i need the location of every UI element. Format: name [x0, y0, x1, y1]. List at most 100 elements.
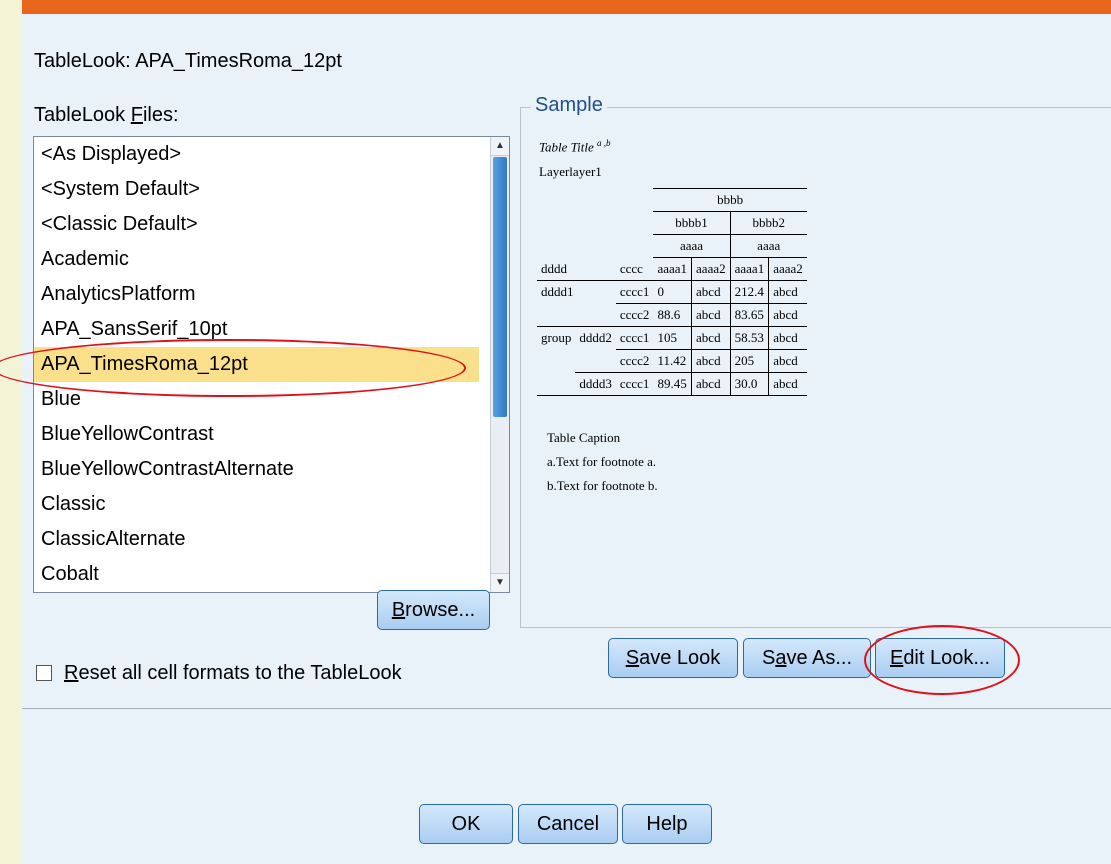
table-cell: abcd: [691, 372, 731, 396]
table-cell: abcd: [773, 376, 798, 391]
save-as-label: ve As...: [786, 647, 853, 669]
table-row: dddd1 cccc1 0 abcd 212.4 abcd: [537, 280, 807, 304]
list-item[interactable]: Academic: [34, 242, 479, 277]
list-item[interactable]: BlueYellowContrast: [34, 417, 479, 452]
table-cell: 88.6: [653, 303, 693, 327]
table-cell: cccc2: [619, 307, 650, 322]
sample-title-text: Table Title: [539, 139, 594, 155]
table-cell: group: [541, 330, 572, 346]
table-cell: cccc2: [615, 349, 654, 373]
sample-caption: Table Caption: [547, 430, 621, 445]
table-cell: cccc1: [619, 376, 650, 391]
current-tablelook: TableLook: APA_TimesRoma_12pt: [34, 50, 342, 73]
save-as-label-start: S: [761, 647, 776, 669]
table-row: cccc2 11.42 abcd 205 abcd: [537, 349, 807, 373]
sample-table-title: Table Title a ,b: [539, 138, 611, 155]
scroll-down-arrow-icon[interactable]: ▼: [491, 573, 509, 592]
table-cell: 11.42: [653, 349, 693, 373]
table-cell: dddd3: [579, 376, 612, 391]
tablelook-dialog: TableLook: APA_TimesRoma_12pt TableLook …: [0, 14, 1111, 864]
table-cell: 30.0: [730, 372, 770, 396]
table-cell: abcd: [768, 280, 807, 304]
header-cell: bbbb1: [653, 211, 731, 235]
scroll-thumb[interactable]: [493, 157, 507, 417]
table-cell: 58.53: [730, 326, 770, 350]
save-look-label: ave Look: [639, 647, 721, 669]
scroll-up-arrow-icon[interactable]: ▲: [491, 137, 509, 156]
header-cell: bbbb: [653, 188, 807, 212]
sample-table: bbbb bbbb1 bbbb2 aaaa aaaa dddd cccc aaa…: [537, 188, 807, 396]
list-item[interactable]: Blue: [34, 382, 479, 417]
table-cell: 83.65: [730, 303, 770, 327]
header-cell: cccc: [619, 260, 643, 276]
tablelook-label: TableLook:: [34, 50, 131, 72]
browse-button[interactable]: Browse...: [377, 590, 490, 630]
reset-cell-formats-label[interactable]: Reset all cell formats to the TableLook: [64, 662, 402, 685]
help-button[interactable]: Help: [622, 804, 712, 844]
header-cell: bbbb2: [730, 211, 807, 235]
tablelook-value: APA_TimesRoma_12pt: [135, 50, 342, 72]
list-item[interactable]: ClassicAlternate: [34, 522, 479, 557]
table-row: dddd3 cccc1 89.45 abcd 30.0 abcd: [537, 372, 807, 396]
list-item[interactable]: Classic: [34, 487, 479, 522]
save-as-mnemonic: a: [775, 647, 787, 669]
table-cell: 205: [730, 349, 770, 373]
table-cell: abcd: [691, 349, 731, 373]
sample-layer-label: Layerlayer1: [539, 164, 602, 179]
list-item[interactable]: BlueYellowContrastAlternate: [34, 452, 479, 487]
list-item[interactable]: <As Displayed>: [34, 137, 479, 172]
tablelook-files-items: <As Displayed> <System Default> <Classic…: [34, 137, 479, 592]
list-item[interactable]: <System Default>: [34, 172, 479, 207]
left-edge-strip: [0, 0, 22, 864]
table-cell: abcd: [691, 303, 731, 327]
files-label-mnemonic: F: [130, 104, 143, 126]
save-as-button[interactable]: Save As...: [743, 638, 871, 678]
table-cell: cccc1: [615, 280, 654, 304]
files-label-text: TableLook: [34, 104, 131, 126]
header-cell: aaaa: [730, 234, 807, 258]
table-cell: dddd2: [579, 330, 612, 346]
window-top-accent-bar: [0, 0, 1111, 14]
ok-button[interactable]: OK: [419, 804, 513, 844]
table-cell: cccc1: [615, 326, 654, 350]
table-cell: abcd: [768, 349, 807, 373]
list-item[interactable]: AnalyticsPlatform: [34, 277, 479, 312]
list-item-selected[interactable]: APA_TimesRoma_12pt: [34, 347, 479, 382]
table-row: group dddd2 cccc1 105 abcd 58.53 abcd: [537, 326, 807, 350]
sample-footnote-a: a.Text for footnote a.: [547, 454, 657, 469]
table-cell: dddd1: [541, 284, 574, 300]
table-cell: abcd: [773, 307, 798, 322]
edit-look-label: dit Look...: [903, 647, 991, 669]
sample-group: Sample Table Title a ,b Layerlayer1 bbbb…: [520, 94, 1111, 628]
tablelook-files-label: TableLook Files:: [34, 104, 179, 127]
table-cell: 105: [653, 326, 693, 350]
table-cell: abcd: [691, 326, 731, 350]
header-cell: aaaa1: [730, 257, 770, 281]
table-cell: 212.4: [730, 280, 770, 304]
list-scrollbar[interactable]: ▲ ▼: [490, 137, 509, 592]
header-cell: aaaa2: [691, 257, 731, 281]
header-cell: dddd: [541, 260, 567, 276]
separator-line: [22, 708, 1111, 709]
table-cell: abcd: [691, 280, 731, 304]
save-look-button[interactable]: Save Look: [608, 638, 738, 678]
cancel-button[interactable]: Cancel: [518, 804, 618, 844]
header-cell: aaaa: [653, 234, 731, 258]
sample-footnote-b: b.Text for footnote b.: [547, 478, 658, 493]
header-cell: aaaa1: [653, 257, 693, 281]
sample-legend: Sample: [531, 94, 607, 117]
table-row: cccc2 88.6 abcd 83.65 abcd: [537, 303, 807, 327]
edit-look-button[interactable]: Edit Look...: [875, 638, 1005, 678]
files-label-text-end: iles:: [142, 104, 179, 126]
table-cell: 89.45: [653, 372, 693, 396]
header-cell: aaaa2: [773, 261, 803, 276]
table-cell: 0: [653, 280, 693, 304]
sample-title-footnote-marks: a ,b: [597, 138, 611, 148]
list-item[interactable]: <Classic Default>: [34, 207, 479, 242]
edit-look-mnemonic: E: [889, 647, 904, 669]
list-item[interactable]: Cobalt: [34, 557, 479, 592]
reset-cell-formats-checkbox[interactable]: [36, 665, 52, 681]
save-look-mnemonic: S: [625, 647, 640, 669]
list-item[interactable]: APA_SansSerif_10pt: [34, 312, 479, 347]
tablelook-files-list[interactable]: <As Displayed> <System Default> <Classic…: [33, 136, 510, 593]
